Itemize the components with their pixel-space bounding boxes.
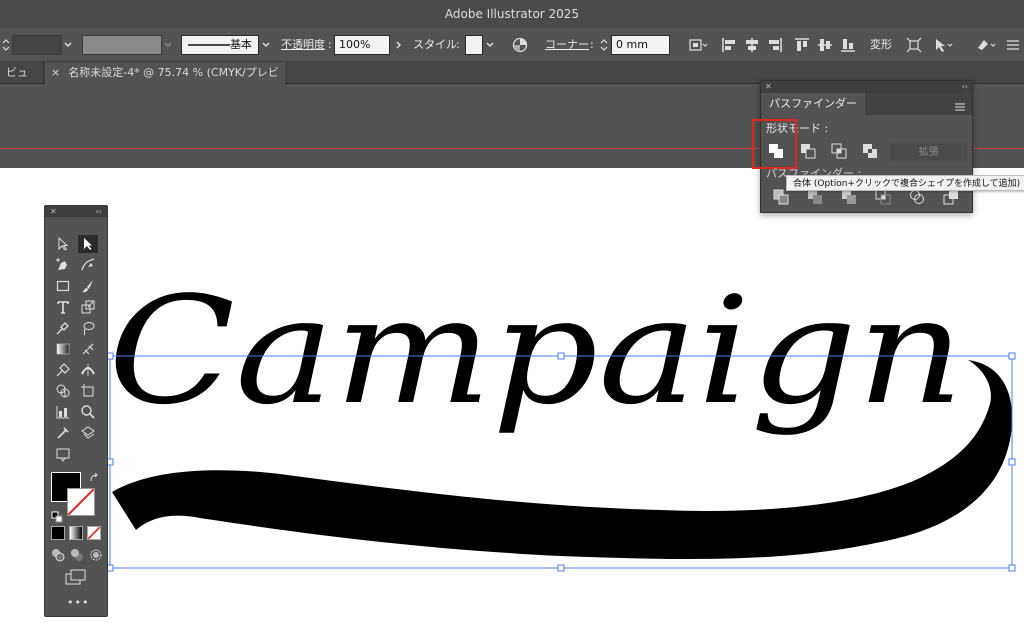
scale-tool-icon[interactable] <box>78 298 98 316</box>
live-paint-tool-icon[interactable] <box>78 424 98 442</box>
draw-behind-icon[interactable] <box>70 547 84 566</box>
curvature-tool-icon[interactable] <box>78 256 98 274</box>
intersect-button[interactable] <box>828 140 850 162</box>
direct-selection-tool-icon[interactable] <box>53 235 73 253</box>
collapse-icon[interactable]: ‹‹ <box>96 206 102 217</box>
pen-tool-icon[interactable] <box>53 256 73 274</box>
selection-handle[interactable] <box>1008 564 1016 572</box>
unite-tooltip: 合体 (Option+クリックで複合シェイプを作成して追加) <box>786 175 1024 191</box>
campaign-artwork[interactable]: Campaign <box>108 265 964 437</box>
edit-toolbar-icon[interactable]: ••• <box>67 596 89 609</box>
gradient-mode-icon[interactable] <box>69 526 83 540</box>
exclude-button[interactable] <box>859 140 881 162</box>
lasso-tool-icon[interactable] <box>78 319 98 337</box>
none-mode-icon[interactable] <box>87 526 101 540</box>
expand-button[interactable]: 拡張 <box>890 143 968 161</box>
column-graph-tool-icon[interactable] <box>53 403 73 421</box>
pathfinder-tab-row: パスファインダー <box>761 93 972 115</box>
shape-builder-tool-icon[interactable] <box>53 382 73 400</box>
tab-pathfinder[interactable]: パスファインダー <box>761 93 865 115</box>
minus-front-button[interactable] <box>797 140 819 162</box>
panel-menu-icon[interactable] <box>954 98 966 111</box>
illustrator-window: Adobe Illustrator 2025 基本 不透明度 : 100% スタ… <box>0 0 1024 634</box>
tools-panel: ✕ ‹‹ ••• <box>44 205 108 617</box>
screen-mode-icon[interactable] <box>53 445 73 463</box>
type-tool-icon[interactable] <box>53 298 73 316</box>
draw-inside-icon[interactable] <box>89 547 103 566</box>
mesh-tool-icon[interactable] <box>78 340 98 358</box>
paintbrush-tool-icon[interactable] <box>78 277 98 295</box>
stroke-color-swatch[interactable] <box>67 488 95 516</box>
width-tool-icon[interactable] <box>78 361 98 379</box>
minus-front-icon <box>801 144 816 159</box>
divide-icon <box>773 189 789 205</box>
close-icon[interactable]: ✕ <box>765 81 772 93</box>
tools-panel-header[interactable]: ✕ ‹‹ <box>45 206 107 217</box>
selection-handle[interactable] <box>1008 352 1016 360</box>
unite-highlight-box <box>752 119 797 169</box>
rectangle-tool-icon[interactable] <box>53 277 73 295</box>
symbol-sprayer-tool-icon[interactable] <box>53 424 73 442</box>
selection-handle[interactable] <box>557 352 565 360</box>
default-fill-stroke-icon[interactable] <box>51 508 63 527</box>
gradient-tool-icon[interactable] <box>53 340 73 358</box>
intersect-icon <box>831 143 847 159</box>
selection-handle[interactable] <box>557 564 565 572</box>
artboard-tool-icon[interactable] <box>78 382 98 400</box>
selection-handle[interactable] <box>1008 458 1016 466</box>
selection-tool-icon[interactable] <box>78 235 98 253</box>
blend-tool-icon[interactable] <box>53 361 73 379</box>
change-screen-mode-icon[interactable] <box>65 569 87 589</box>
zoom-tool-icon[interactable] <box>78 403 98 421</box>
eyedropper-tool-icon[interactable] <box>53 319 73 337</box>
swap-fill-stroke-icon[interactable] <box>89 470 101 489</box>
collapse-icon[interactable]: ‹‹ <box>962 81 968 93</box>
exclude-icon <box>863 144 877 158</box>
color-mode-icon[interactable] <box>51 526 65 540</box>
pathfinder-panel-header[interactable]: ✕ ‹‹ <box>761 81 972 93</box>
draw-normal-icon[interactable] <box>51 547 65 566</box>
close-icon[interactable]: ✕ <box>50 206 57 217</box>
